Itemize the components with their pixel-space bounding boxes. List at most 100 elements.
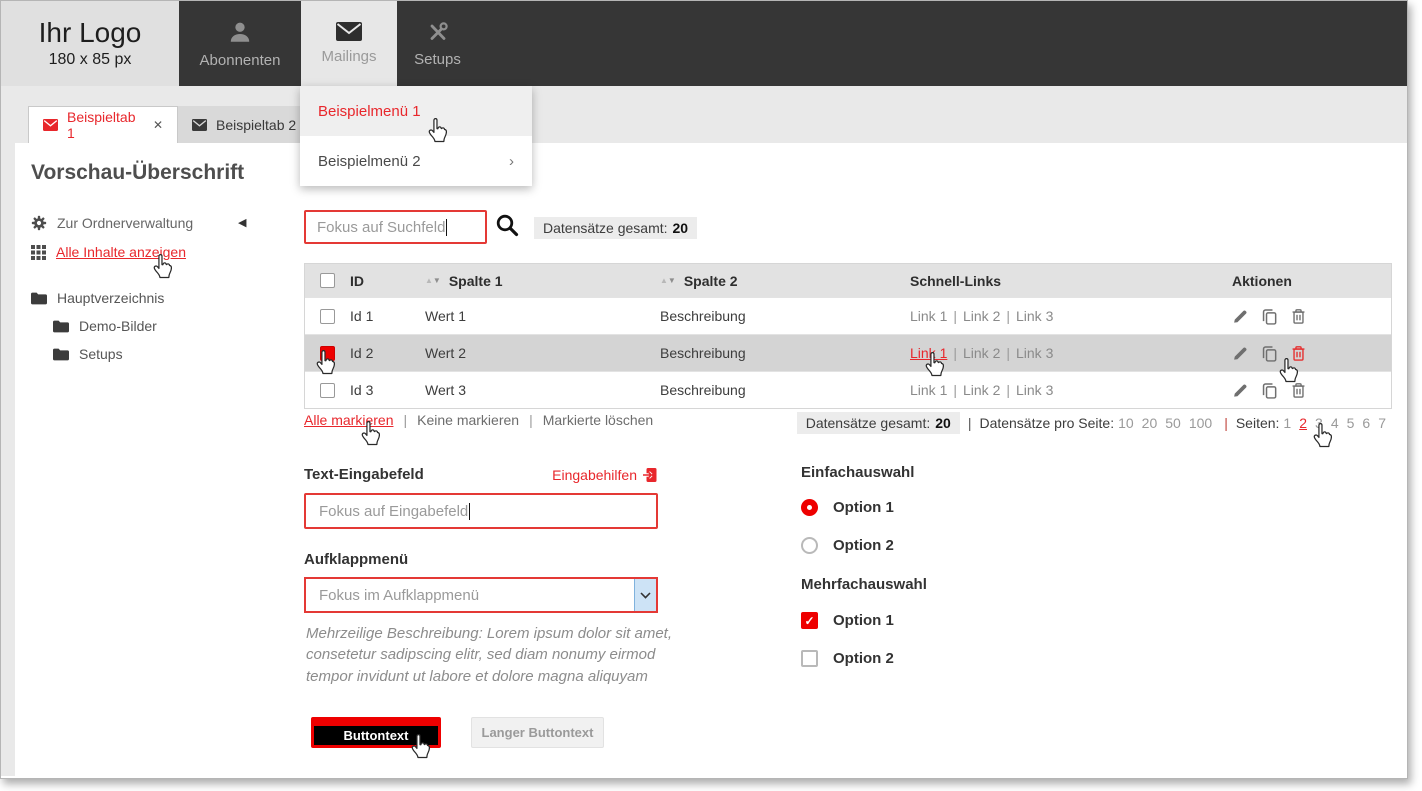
- checkbox-option-1[interactable]: ✓ Option 1: [801, 612, 894, 629]
- menu-item-beispielmenu-2[interactable]: Beispielmenü 2 ›: [300, 136, 532, 186]
- page-5[interactable]: 5: [1347, 415, 1355, 431]
- delete-icon[interactable]: [1290, 308, 1307, 325]
- quick-link-2[interactable]: Link 2: [963, 308, 1000, 324]
- dropdown-select[interactable]: Fokus im Aufklappmenü: [304, 577, 658, 613]
- sidebar-item-label: Zur Ordnerverwaltung: [57, 215, 193, 231]
- records-total-badge: Datensätze gesamt: 20: [797, 412, 960, 434]
- delete-marked-link[interactable]: Markierte löschen: [543, 412, 654, 428]
- per-page-50[interactable]: 50: [1165, 415, 1181, 431]
- sort-icon[interactable]: ▲▼: [660, 277, 676, 285]
- cell-spalte2: Beschreibung: [660, 382, 910, 398]
- nav-item-setups[interactable]: Setups: [397, 1, 478, 86]
- text-input-placeholder: Fokus auf Eingabefeld: [306, 503, 468, 520]
- tab-beispieltab-1[interactable]: Beispieltab 1 ✕: [28, 106, 178, 143]
- checkbox-unchecked[interactable]: [801, 650, 818, 667]
- menu-item-beispielmenu-1[interactable]: Beispielmenü 1: [300, 86, 532, 136]
- multiline-description: Mehrzeilige Beschreibung: Lorem ipsum do…: [306, 623, 674, 687]
- page-1[interactable]: 1: [1283, 415, 1291, 431]
- folder-icon: [31, 292, 47, 305]
- top-navbar: Ihr Logo 180 x 85 px Abonnenten Mailings…: [1, 1, 1407, 86]
- cursor-icon: [314, 350, 335, 375]
- quick-link-3[interactable]: Link 3: [1016, 382, 1053, 398]
- cell-spalte1: Wert 1: [425, 308, 660, 324]
- search-placeholder: Fokus auf Suchfeld: [317, 219, 445, 236]
- copy-icon[interactable]: [1261, 308, 1278, 325]
- nav-item-abonnenten[interactable]: Abonnenten: [179, 1, 301, 86]
- logo: Ihr Logo 180 x 85 px: [1, 1, 179, 86]
- sidebar-item-ordnerverwaltung[interactable]: Zur Ordnerverwaltung: [31, 215, 193, 231]
- page-7[interactable]: 7: [1378, 415, 1386, 431]
- copy-icon[interactable]: [1261, 382, 1278, 399]
- table-row[interactable]: Id 3 Wert 3 Beschreibung Link 1|Link 2|L…: [305, 371, 1391, 408]
- search-input[interactable]: Fokus auf Suchfeld: [304, 210, 487, 244]
- cursor-icon: [426, 118, 447, 143]
- folder-demo-bilder[interactable]: Demo-Bilder: [53, 318, 157, 334]
- nav-item-mailings[interactable]: Mailings: [301, 1, 397, 86]
- quick-link-2[interactable]: Link 2: [963, 345, 1000, 361]
- chevron-down-icon[interactable]: [634, 579, 656, 611]
- text-field-label: Text-Eingabefeld: [304, 466, 424, 483]
- folder-label: Demo-Bilder: [79, 318, 157, 334]
- column-header-spalte2[interactable]: Spalte 2: [684, 273, 738, 289]
- page-title: Vorschau-Überschrift: [31, 161, 244, 185]
- per-page-10[interactable]: 10: [1118, 415, 1134, 431]
- radio-unselected[interactable]: [801, 537, 818, 554]
- mailings-dropdown-menu: Beispielmenü 1 Beispielmenü 2 ›: [300, 86, 532, 186]
- app-window: Ihr Logo 180 x 85 px Abonnenten Mailings…: [0, 0, 1422, 791]
- copy-icon[interactable]: [1261, 345, 1278, 362]
- quick-link-1[interactable]: Link 1: [910, 382, 947, 398]
- folder-setups[interactable]: Setups: [53, 346, 123, 362]
- text-input-field[interactable]: Fokus auf Eingabefeld: [304, 493, 658, 529]
- select-label: Aufklappmenü: [304, 551, 408, 568]
- input-helpers-link[interactable]: Eingabehilfen: [552, 467, 658, 483]
- edit-icon[interactable]: [1232, 345, 1249, 362]
- data-table: ID ▲▼ Spalte 1 ▲▼ Spalte 2 Schnell-Links…: [304, 263, 1392, 409]
- folder-label: Hauptverzeichnis: [57, 290, 164, 306]
- cell-spalte2: Beschreibung: [660, 308, 910, 324]
- checkbox-option-2[interactable]: Option 2: [801, 650, 894, 667]
- quick-link-3[interactable]: Link 3: [1016, 345, 1053, 361]
- edit-icon[interactable]: [1232, 382, 1249, 399]
- folder-icon: [53, 348, 69, 361]
- cell-spalte1: Wert 2: [425, 345, 660, 361]
- per-page-100[interactable]: 100: [1189, 415, 1212, 431]
- radio-option-1[interactable]: Option 1: [801, 499, 894, 516]
- secondary-button[interactable]: Langer Buttontext: [471, 717, 604, 748]
- per-page-20[interactable]: 20: [1142, 415, 1158, 431]
- table-header-row: ID ▲▼ Spalte 1 ▲▼ Spalte 2 Schnell-Links…: [305, 264, 1391, 297]
- select-all-link[interactable]: Alle markieren: [304, 412, 393, 428]
- quick-link-1[interactable]: Link 1: [910, 308, 947, 324]
- grid-icon: [31, 245, 46, 260]
- menu-item-label: Beispielmenü 2: [318, 153, 421, 170]
- column-header-id[interactable]: ID: [350, 273, 425, 289]
- gear-icon: [31, 215, 47, 231]
- radio-selected[interactable]: [801, 499, 818, 516]
- page-6[interactable]: 6: [1362, 415, 1370, 431]
- checkbox-checked[interactable]: ✓: [801, 612, 818, 629]
- edit-icon[interactable]: [1232, 308, 1249, 325]
- column-header-schnell-links: Schnell-Links: [910, 273, 1232, 289]
- tools-icon: [425, 20, 451, 44]
- sort-icon[interactable]: ▲▼: [425, 277, 441, 285]
- folder-hauptverzeichnis[interactable]: Hauptverzeichnis: [31, 290, 164, 306]
- table-row[interactable]: Id 1 Wert 1 Beschreibung Link 1|Link 2|L…: [305, 297, 1391, 334]
- page-2-current[interactable]: 2: [1299, 415, 1307, 431]
- quick-link-2[interactable]: Link 2: [963, 382, 1000, 398]
- quick-link-3[interactable]: Link 3: [1016, 308, 1053, 324]
- column-header-spalte1[interactable]: Spalte 1: [449, 273, 503, 289]
- row-checkbox[interactable]: [320, 383, 335, 398]
- close-icon[interactable]: ✕: [153, 118, 163, 132]
- sidebar-collapse-icon[interactable]: ◀: [238, 216, 246, 229]
- navbar-filler: [478, 1, 1407, 86]
- row-checkbox[interactable]: [320, 309, 335, 324]
- bulk-actions: Alle markieren | Keine markieren | Marki…: [304, 412, 653, 428]
- table-row[interactable]: Id 2 Wert 2 Beschreibung Link 1|Link 2|L…: [305, 334, 1391, 371]
- select-none-link[interactable]: Keine markieren: [417, 412, 519, 428]
- search-icon[interactable]: [495, 213, 520, 238]
- records-total-value: 20: [673, 220, 689, 236]
- select-all-checkbox[interactable]: [320, 273, 335, 288]
- radio-group-label: Einfachauswahl: [801, 464, 914, 481]
- radio-option-2[interactable]: Option 2: [801, 537, 894, 554]
- checkbox-group-label: Mehrfachauswahl: [801, 576, 927, 593]
- delete-icon[interactable]: [1290, 382, 1307, 399]
